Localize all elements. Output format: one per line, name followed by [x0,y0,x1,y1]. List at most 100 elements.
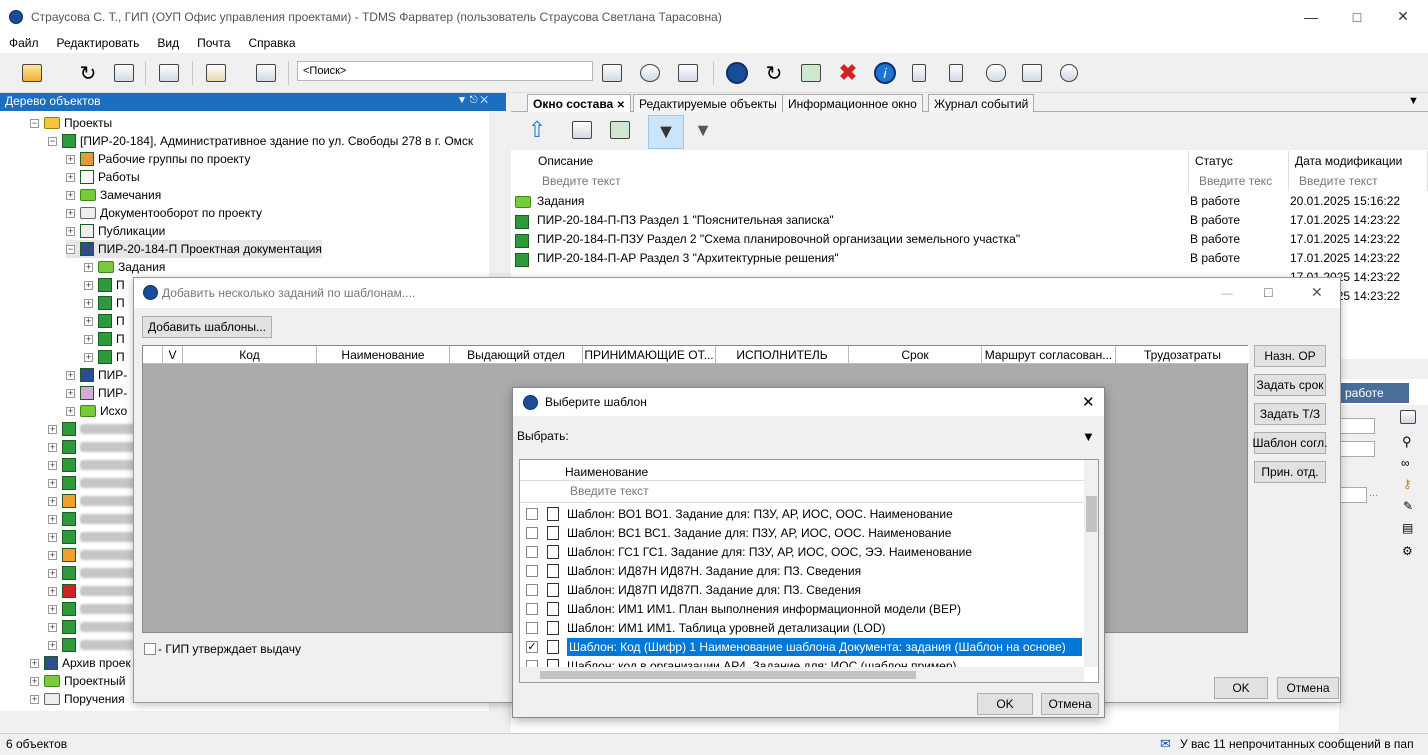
envelope-search-icon[interactable] [674,59,702,87]
checkin-icon[interactable] [905,59,933,87]
tree-item[interactable]: П [116,350,125,364]
info-icon[interactable]: i [871,59,899,87]
maximize-dialog-icon[interactable]: □ [1264,284,1272,300]
new-object-icon[interactable] [18,59,46,87]
tdms-logo-icon[interactable] [723,59,751,87]
list-item[interactable]: Шаблон: ИМ1 ИМ1. План выполнения информа… [520,599,1082,618]
tree-item[interactable]: П [116,314,125,328]
column-executor[interactable]: ИСПОЛНИТЕЛЬ [716,346,849,363]
cancel-button[interactable]: Отмена [1041,693,1099,715]
column-name[interactable]: Наименование [565,465,648,479]
add-templates-button[interactable]: Добавить шаблоны... [142,316,272,338]
ok-button[interactable]: OK [1214,677,1268,699]
pencil-icon[interactable]: ✎ [1403,499,1413,513]
close-tab-icon[interactable]: ✕ [617,100,625,111]
globe-icon[interactable] [1055,59,1083,87]
set-deadline-button[interactable]: Задать срок [1254,374,1326,396]
column-labor[interactable]: Трудозатраты [1116,346,1249,363]
tab-edited-objects[interactable]: Редактируемые объекты [633,94,783,112]
tree-item[interactable]: Архив проек [62,656,131,670]
close-dialog-icon[interactable]: ✕ [1311,284,1323,301]
column-modified[interactable]: Дата модификации [1289,151,1428,171]
properties-icon[interactable] [155,59,183,87]
tree-horizontal-scrollbar[interactable] [0,711,506,714]
list-horizontal-scrollbar[interactable] [520,667,1084,682]
property-field[interactable] [1339,487,1367,503]
property-field[interactable] [1339,418,1375,434]
column-code[interactable]: Код [183,346,317,363]
sync-icon[interactable] [797,59,825,87]
column-name[interactable]: Наименование [317,346,450,363]
tree-item[interactable]: Документооборот по проекту [100,206,262,220]
cancel-button[interactable]: Отмена [1277,677,1339,699]
tree-item[interactable]: Публикации [98,224,165,238]
menu-edit[interactable]: Редактировать [48,36,149,50]
tabs-dropdown-icon[interactable]: ▼ [1408,95,1419,107]
tree-item[interactable]: Исхо [100,404,127,418]
close-button[interactable]: ✕ [1380,0,1426,33]
settings-icon[interactable]: ⚙ [1402,544,1413,558]
filter-icon[interactable]: ▼ [1082,429,1095,444]
tree-item[interactable]: П [116,278,125,292]
menu-mail[interactable]: Почта [188,36,239,50]
export-excel-icon[interactable] [606,116,634,144]
refresh-icon[interactable]: ↻ [74,59,102,87]
assign-or-button[interactable]: Назн. ОР [1254,345,1326,367]
set-tz-button[interactable]: Задать Т/З [1254,403,1326,425]
status-combo[interactable]: работе [1339,383,1409,403]
list-item[interactable]: Шаблон: ВО1 ВО1. Задание для: ПЗУ, АР, И… [520,504,1082,523]
tree-item[interactable]: Поручения [64,692,125,706]
find-icon[interactable] [598,59,626,87]
tree-item[interactable]: Проекты [64,116,112,130]
up-arrow-icon[interactable]: ⇧ [523,116,551,144]
details-icon[interactable] [1400,410,1416,424]
list-item[interactable]: Шаблон: ИМ1 ИМ1. Таблица уровней детализ… [520,618,1082,637]
unread-messages[interactable]: У вас 11 непрочитанных сообщений в пап [1180,737,1414,751]
column-status[interactable]: Статус [1189,151,1289,171]
tree-item[interactable]: ПИР-20-184-П Проектная документация [98,242,322,256]
tree-item[interactable]: ПИР- [98,368,127,382]
filter-description-input[interactable]: Введите текст [532,171,1189,191]
magnifier-icon[interactable]: ⚲ [1402,434,1412,450]
ellipsis-button[interactable]: ... [1369,487,1383,503]
menu-view[interactable]: Вид [148,36,188,50]
list-item[interactable]: Шаблон: ВС1 ВС1. Задание для: ПЗУ, АР, И… [520,523,1082,542]
tree-item[interactable]: Задания [118,260,165,274]
reload-icon[interactable]: ↻ [760,59,788,87]
tree-item[interactable]: П [116,332,125,346]
template-filter-input[interactable]: Введите текст [570,484,649,498]
tree-item[interactable]: Рабочие группы по проекту [98,152,250,166]
column-receiving-dept[interactable]: ПРИНИМАЮЩИЕ ОТ... [583,346,716,363]
menu-help[interactable]: Справка [239,36,304,50]
mail-send-icon[interactable] [1018,59,1046,87]
gip-approves-checkbox[interactable] [144,643,156,655]
panel-pin-icon[interactable]: ▼ ⎋ ✕ [457,95,488,106]
column-deadline[interactable]: Срок [849,346,982,363]
search-input[interactable]: <Поиск> [297,61,593,81]
filter-date-input[interactable]: Введите текст [1289,171,1428,191]
search-tree-icon[interactable] [568,116,596,144]
tree-item[interactable]: [ПИР-20-184], Административное здание по… [80,134,473,148]
list-item-selected[interactable]: ✓ Шаблон: Код (Шифр) 1 Наименование шабло… [520,637,1082,656]
list-item[interactable]: Шаблон: ИД87П ИД87П. Задание для: ПЗ. Св… [520,580,1082,599]
column-description[interactable]: Описание [532,151,1189,171]
delete-icon[interactable]: ✖ [834,59,862,87]
key-icon[interactable]: ⚷ [1403,477,1412,491]
minimize-dialog-icon[interactable]: — [1221,286,1233,300]
tree-item[interactable]: П [116,296,125,310]
receiving-dept-button[interactable]: Прин. отд. [1254,461,1326,483]
tree-item[interactable]: Работы [98,170,140,184]
property-field[interactable] [1339,441,1375,457]
tree-item[interactable]: ПИР- [98,386,127,400]
list-vertical-scrollbar[interactable] [1084,460,1098,667]
maximize-button[interactable]: □ [1334,0,1380,33]
send-mail-icon[interactable] [202,59,230,87]
tab-info-window[interactable]: Информационное окно [782,94,923,112]
close-dialog-icon[interactable]: ✕ [1082,393,1095,411]
minimize-button[interactable]: — [1288,0,1334,33]
approval-template-button[interactable]: Шаблон согл. [1252,432,1328,454]
column-v[interactable]: V [163,346,183,363]
column-issuing-dept[interactable]: Выдающий отдел [450,346,583,363]
menu-file[interactable]: Файл [0,36,48,50]
list-item[interactable]: Шаблон: ИД87Н ИД87Н. Задание для: ПЗ. Св… [520,561,1082,580]
